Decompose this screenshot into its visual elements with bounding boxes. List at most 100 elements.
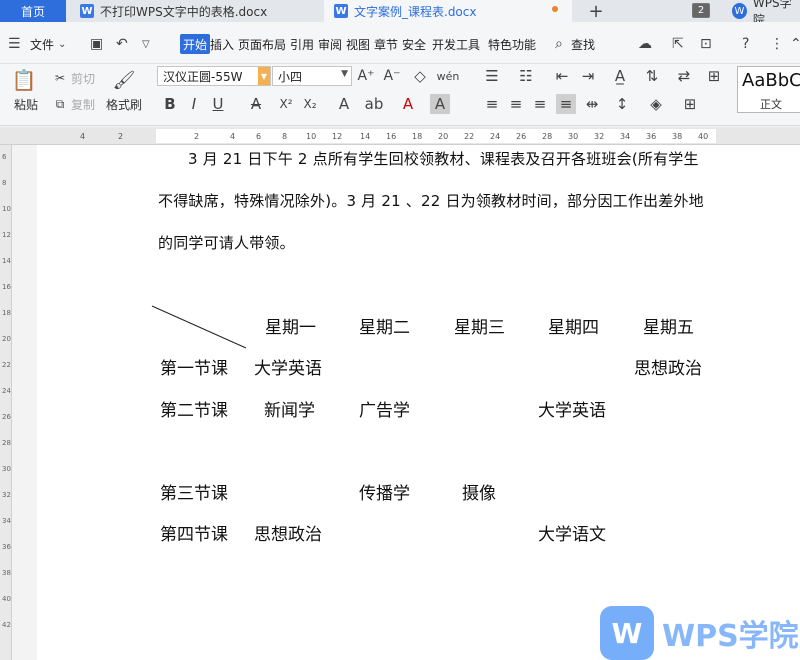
subscript-icon[interactable]: X₂ xyxy=(300,94,320,114)
format-painter-icon[interactable]: 🖌 xyxy=(112,68,136,92)
font-size-select[interactable]: 小四 ▼ xyxy=(272,66,352,86)
save-icon[interactable]: ▣ xyxy=(90,34,103,54)
format-painter-button[interactable]: 格式刷 xyxy=(102,96,146,112)
sort-icon[interactable]: ⇅ xyxy=(642,66,662,86)
paragraph-3: 的同学可请人带领。 xyxy=(158,234,295,252)
menu-tab-insert[interactable]: 插入 xyxy=(210,34,234,54)
header-thursday: 星期四 xyxy=(548,318,599,338)
menu-tab-features[interactable]: 特色功能 xyxy=(488,34,536,54)
style-preview: AaBbC xyxy=(742,70,800,91)
copy-button[interactable]: 复制 xyxy=(68,96,98,112)
align-right-icon[interactable]: ≡ xyxy=(530,94,550,114)
align-left-icon[interactable]: ≡ xyxy=(482,94,502,114)
copy-icon[interactable]: ⧉ xyxy=(50,94,70,114)
ruler-tick: 32 xyxy=(594,132,605,141)
decrease-indent-icon[interactable]: ⇤ xyxy=(552,66,572,86)
grow-font-icon[interactable]: A⁺ xyxy=(356,66,376,86)
document-page[interactable] xyxy=(37,145,800,660)
quick-access-dropdown-icon[interactable]: ▽ xyxy=(142,34,150,54)
bold-icon[interactable]: B xyxy=(160,94,180,114)
unsaved-dot-icon xyxy=(552,6,558,12)
hamburger-menu-icon[interactable]: ☰ xyxy=(8,34,21,54)
align-center-icon[interactable]: ≡ xyxy=(506,94,526,114)
ruler-tick: 2 xyxy=(118,132,124,141)
new-tab-plus-icon[interactable]: + xyxy=(584,0,608,22)
numbered-list-icon[interactable]: ☷ xyxy=(516,66,536,86)
ruler-tick: 4 xyxy=(230,132,236,141)
row-label-1: 第一节课 xyxy=(160,359,228,379)
chinese-layout-icon[interactable]: A̲ xyxy=(610,66,630,86)
paste-button[interactable]: 粘贴 xyxy=(6,96,46,112)
ruler-tick: 6 xyxy=(256,132,262,141)
search-icon[interactable]: ⌕ xyxy=(555,34,563,54)
undo-icon[interactable]: ↶ xyxy=(116,34,128,54)
borders-icon[interactable]: ⊞ xyxy=(680,94,700,114)
text-effect-icon[interactable]: A xyxy=(334,94,354,114)
increase-indent-icon[interactable]: ⇥ xyxy=(578,66,598,86)
pinyin-icon[interactable]: wén xyxy=(437,66,460,86)
wps-logo-icon: W xyxy=(600,606,654,660)
clear-format-icon[interactable]: ◇ xyxy=(410,66,430,86)
style-normal[interactable]: AaBbC 正文 xyxy=(737,66,800,113)
menu-search[interactable]: 查找 xyxy=(571,34,595,54)
tab-document-2[interactable]: W 文字案例_课程表.docx xyxy=(324,0,572,22)
paste-icon[interactable]: 📋 xyxy=(12,68,37,92)
wps-account[interactable]: W WPS学院 xyxy=(732,0,800,27)
char-shading-icon[interactable]: A xyxy=(430,94,450,114)
scissors-icon[interactable]: ✂ xyxy=(50,68,70,88)
menu-tab-developer[interactable]: 开发工具 xyxy=(432,34,480,54)
vertical-ruler[interactable]: 6 8 10 12 14 16 18 20 22 24 26 28 30 32 … xyxy=(0,145,12,660)
italic-icon[interactable]: I xyxy=(184,94,204,114)
justify-icon[interactable]: ≡ xyxy=(556,94,576,114)
shading-icon[interactable]: ◈ xyxy=(646,94,666,114)
underline-icon[interactable]: U xyxy=(208,94,228,114)
shrink-font-icon[interactable]: A⁻ xyxy=(382,66,402,86)
font-color-icon[interactable]: A xyxy=(398,94,418,114)
ruler-tick: 24 xyxy=(490,132,501,141)
style-name: 正文 xyxy=(760,98,782,111)
cloud-sync-icon[interactable]: ☁ xyxy=(638,34,652,54)
help-icon[interactable]: ? xyxy=(742,34,749,54)
show-marks-icon[interactable]: ⇄ xyxy=(674,66,694,86)
share-icon[interactable]: ⇱ xyxy=(672,34,684,54)
distributed-align-icon[interactable]: ⇹ xyxy=(582,94,602,114)
bullet-list-icon[interactable]: ☰ xyxy=(482,66,502,86)
ruler-tick: 2 xyxy=(194,132,200,141)
title-tab-bar: 首页 W 不打印WPS文字中的表格.docx W 文字案例_课程表.docx +… xyxy=(0,0,800,27)
more-options-icon[interactable]: ⋮ xyxy=(770,34,784,54)
highlight-icon[interactable]: ab xyxy=(364,94,384,114)
export-icon[interactable]: ⊡ xyxy=(700,34,712,54)
cut-button[interactable]: 剪切 xyxy=(68,70,98,86)
cell-3-tue: 传播学 xyxy=(359,484,410,504)
ruler-tick: 20 xyxy=(438,132,449,141)
collapse-ribbon-icon[interactable]: ⌃ xyxy=(790,34,800,54)
tab-document-1[interactable]: W 不打印WPS文字中的表格.docx xyxy=(70,0,320,22)
chevron-down-icon[interactable]: ▼ xyxy=(341,69,348,79)
menu-tab-chapter[interactable]: 章节 xyxy=(374,34,398,54)
wps-academy-watermark: W WPS学院 xyxy=(600,606,799,660)
table-borders-icon[interactable]: ⊞ xyxy=(704,66,724,86)
ruler-tick: 36 xyxy=(646,132,657,141)
line-spacing-icon[interactable]: ↕ xyxy=(612,94,632,114)
tab-document-1-label: 不打印WPS文字中的表格.docx xyxy=(100,4,268,19)
wps-logo-icon: W xyxy=(732,3,747,19)
horizontal-ruler[interactable]: 4 2 2 4 6 8 10 12 14 16 18 20 22 24 26 2… xyxy=(0,127,800,145)
menu-tab-layout[interactable]: 页面布局 xyxy=(238,34,286,54)
chevron-down-icon[interactable]: ▼ xyxy=(258,67,270,85)
menu-file[interactable]: 文件 xyxy=(30,34,54,54)
chevron-down-icon[interactable]: ⌄ xyxy=(58,34,66,54)
menu-tab-references[interactable]: 引用 xyxy=(290,34,314,54)
header-tuesday: 星期二 xyxy=(359,318,410,338)
cell-4-thu: 大学语文 xyxy=(538,525,606,545)
menu-tab-view[interactable]: 视图 xyxy=(346,34,370,54)
menu-tab-home[interactable]: 开始 xyxy=(180,34,211,54)
font-name-select[interactable]: 汉仪正圆-55W ▼ xyxy=(157,66,271,86)
superscript-icon[interactable]: X² xyxy=(276,94,296,114)
wps-academy-text: WPS学院 xyxy=(662,619,799,654)
tab-home[interactable]: 首页 xyxy=(0,0,66,22)
menu-tab-review[interactable]: 审阅 xyxy=(318,34,342,54)
strikethrough-icon[interactable]: A xyxy=(246,94,266,114)
tab-count-badge[interactable]: 2 xyxy=(692,3,710,18)
row-label-3: 第三节课 xyxy=(160,484,228,504)
menu-tab-security[interactable]: 安全 xyxy=(402,34,426,54)
